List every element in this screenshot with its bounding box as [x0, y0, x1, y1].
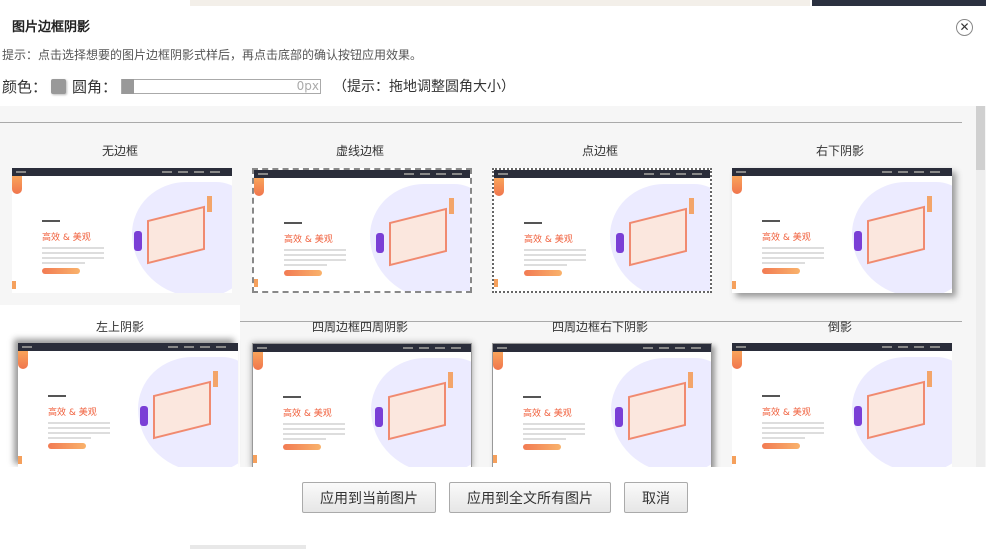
apply-all-button[interactable]: 应用到全文所有图片 [449, 482, 611, 513]
preview-headline: 高效 & 美观 [284, 235, 333, 245]
style-option-dashed-border[interactable]: 虚线边框 高效 & 美观 [240, 114, 480, 314]
preview-headline: 高效 & 美观 [762, 408, 811, 418]
radius-slider[interactable]: 0px [121, 78, 322, 94]
cancel-button[interactable]: 取消 [624, 482, 688, 513]
style-option-border-all-shadow[interactable]: 四周边框四周阴影 高效 & 美观 [240, 305, 480, 467]
style-option-reflection[interactable]: 倒影 高效 & 美观 [720, 305, 960, 467]
style-preview-image: 高效 & 美观 [732, 168, 952, 293]
style-label: 无边框 [101, 144, 138, 158]
style-option-top-left-shadow[interactable]: 左上阴影 高效 & 美观 [0, 305, 240, 467]
background-editor-header [812, 0, 986, 6]
style-option-border-bottom-right-shadow[interactable]: 四周边框右下阴影 高效 & 美观 [480, 305, 720, 467]
preview-headline: 高效 & 美观 [283, 409, 332, 419]
style-label: 右下阴影 [815, 144, 864, 158]
background-editor-toolbar [190, 0, 810, 6]
color-swatch[interactable] [51, 78, 67, 94]
preview-headline: 高效 & 美观 [42, 233, 91, 243]
apply-current-button[interactable]: 应用到当前图片 [302, 482, 436, 513]
style-option-bottom-right-shadow[interactable]: 右下阴影 高效 & 美观 [720, 114, 960, 314]
style-option-dotted-border[interactable]: 点边框 高效 & 美观 [480, 114, 720, 314]
instruction-hint: 提示：点击选择想要的图片边框阴影式样后，再点击底部的确认按钮应用效果。 [2, 48, 423, 62]
radius-hint: （提示：拖地调整圆角大小） [333, 79, 516, 95]
dialog-title: 图片边框阴影 [12, 20, 91, 35]
preview-headline: 高效 & 美观 [762, 233, 811, 243]
button-bar: 应用到当前图片 应用到全文所有图片 取消 [302, 482, 688, 513]
close-icon[interactable]: ✕ [956, 19, 973, 36]
controls-row: 颜色： 圆角： 0px （提示：拖地调整圆角大小） [2, 76, 515, 96]
style-preview-image: 高效 & 美观 [252, 343, 472, 467]
radius-slider-handle[interactable] [122, 78, 135, 94]
style-preview-image: 高效 & 美观 [252, 168, 472, 293]
color-label: 颜色： [2, 77, 48, 96]
preview-headline: 高效 & 美观 [524, 235, 573, 245]
scrollbar[interactable] [976, 106, 985, 467]
style-label: 倒影 [827, 320, 852, 334]
style-preview-image: 高效 & 美观 [732, 343, 952, 467]
style-preview-image: 高效 & 美观 [492, 343, 712, 467]
style-label: 四周边框四周阴影 [311, 320, 408, 334]
preview-headline: 高效 & 美观 [523, 409, 572, 419]
style-label: 左上阴影 [95, 320, 144, 334]
style-label: 虚线边框 [335, 144, 384, 158]
preview-headline: 高效 & 美观 [48, 408, 97, 418]
background-editor-footer [190, 545, 306, 549]
radius-value: 0px [296, 78, 320, 93]
scrollbar-thumb[interactable] [976, 106, 985, 170]
style-preview-image: 高效 & 美观 [12, 168, 232, 293]
style-preview-image: 高效 & 美观 [492, 168, 712, 293]
style-label: 点边框 [581, 144, 618, 158]
style-preview-image: 高效 & 美观 [18, 343, 238, 467]
style-label: 四周边框右下阴影 [551, 320, 648, 334]
style-option-no-border[interactable]: 无边框 高效 & 美观 [0, 114, 240, 314]
style-gallery: 无边框 高效 & 美观 虚线边框 高效 & 美观 点边框 高效 & 美观 右下阴… [0, 106, 986, 467]
radius-label: 圆角： [72, 77, 118, 96]
